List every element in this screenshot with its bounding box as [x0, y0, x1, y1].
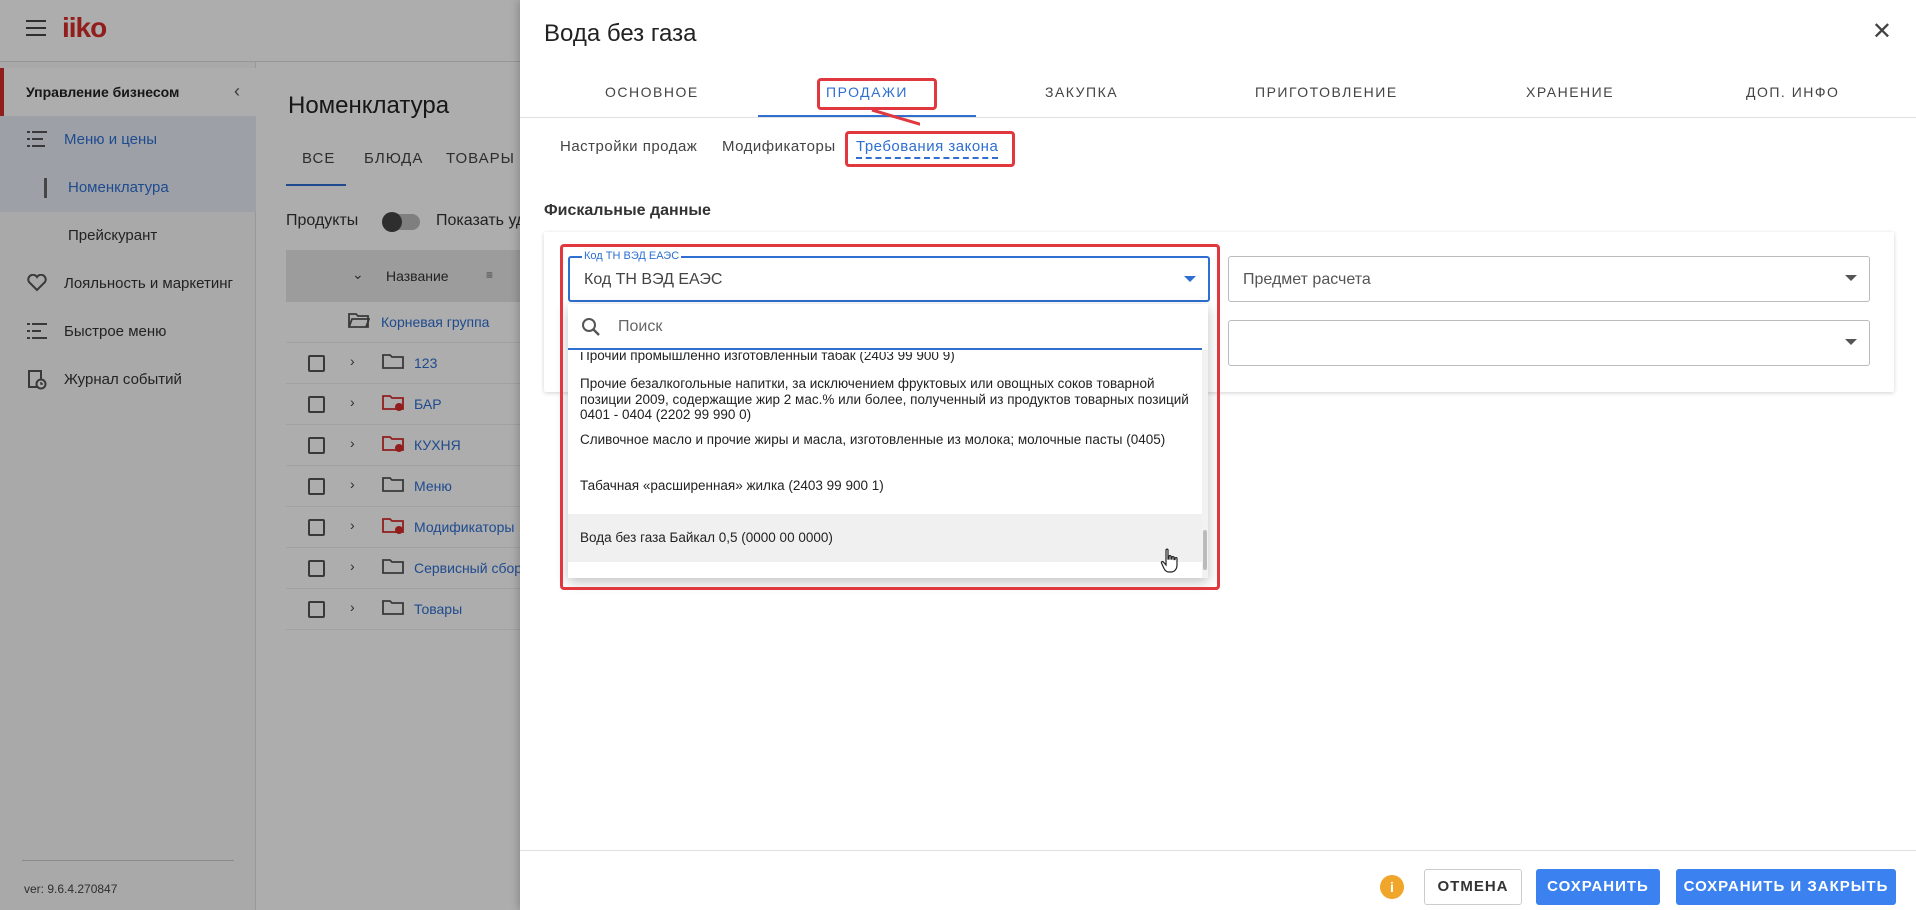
secondary-select[interactable] — [1228, 320, 1870, 366]
cancel-button[interactable]: ОТМЕНА — [1424, 869, 1522, 905]
caret-down-icon[interactable] — [1845, 339, 1857, 345]
tab-storage[interactable]: ХРАНЕНИЕ — [1526, 84, 1614, 100]
tab-purchase[interactable]: ЗАКУПКА — [1045, 84, 1118, 100]
save-button[interactable]: СОХРАНИТЬ — [1536, 869, 1660, 905]
annotation-highlight-tnved-field — [560, 244, 1220, 590]
payment-subject-select[interactable]: Предмет расчета — [1228, 256, 1870, 302]
section-title: Фискальные данные — [544, 202, 711, 219]
save-and-close-button[interactable]: СОХРАНИТЬ И ЗАКРЫТЬ — [1676, 869, 1896, 905]
close-icon[interactable]: ✕ — [1872, 20, 1892, 44]
modal-backdrop[interactable] — [0, 0, 520, 910]
field-placeholder: Предмет расчета — [1243, 271, 1371, 288]
tab-extra-info[interactable]: ДОП. ИНФО — [1746, 84, 1839, 100]
hand-pointer-icon — [1160, 548, 1178, 573]
tab-cooking[interactable]: ПРИГОТОВЛЕНИЕ — [1255, 84, 1398, 100]
caret-down-icon[interactable] — [1845, 275, 1857, 281]
item-edit-dialog: Вода без газа ✕ ОСНОВНОЕ ПРОДАЖИ ЗАКУПКА… — [520, 0, 1916, 910]
annotation-arrow — [871, 108, 920, 126]
info-icon[interactable]: i — [1380, 875, 1404, 899]
dialog-footer: i ОТМЕНА СОХРАНИТЬ СОХРАНИТЬ И ЗАКРЫТЬ — [520, 850, 1916, 910]
